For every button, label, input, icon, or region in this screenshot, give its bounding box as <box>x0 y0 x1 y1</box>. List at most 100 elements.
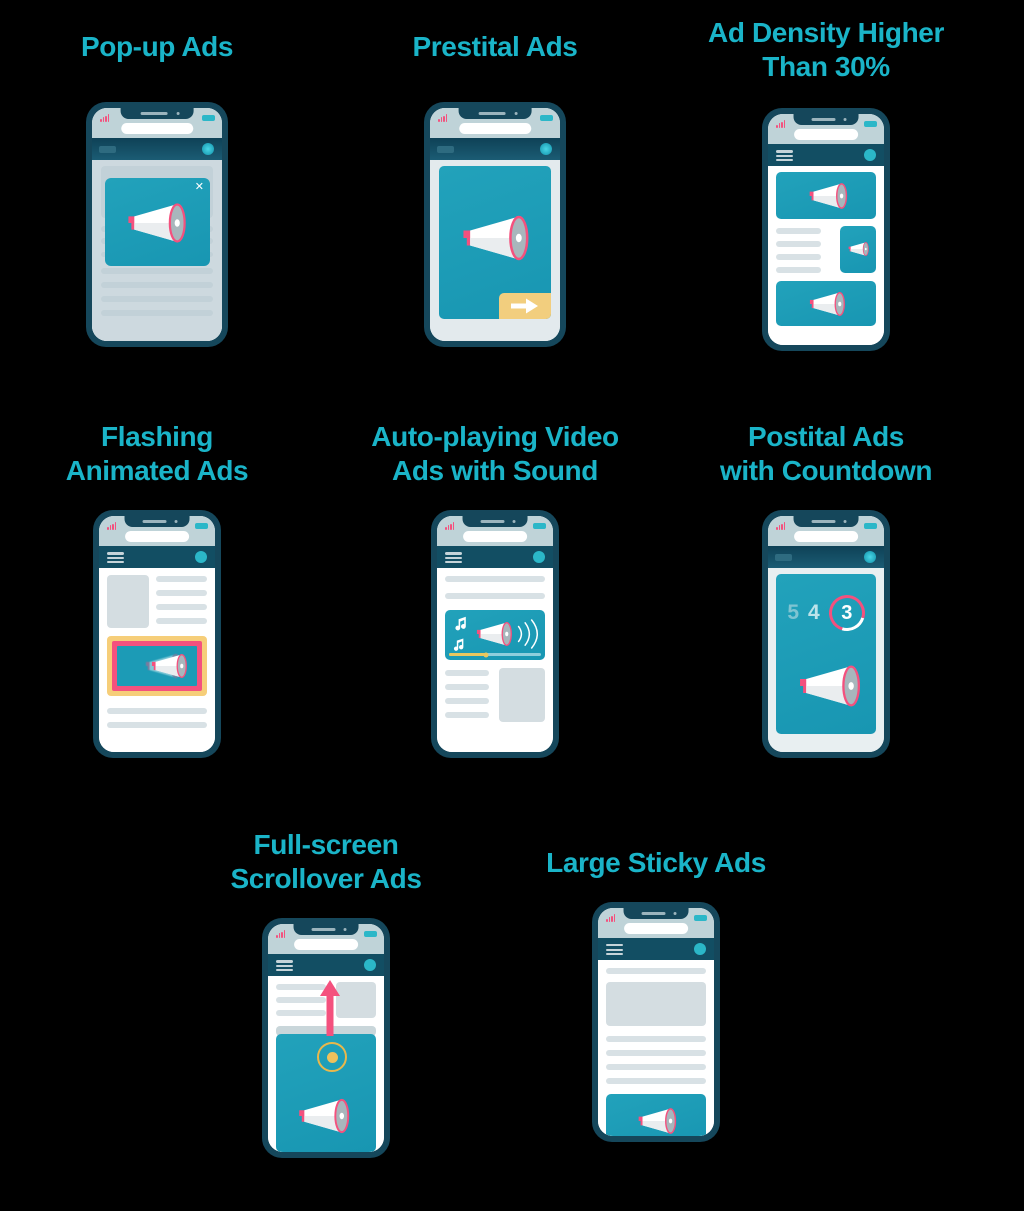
notch <box>793 114 859 126</box>
hamburger-menu-icon[interactable] <box>107 552 124 564</box>
ad-banner-bottom[interactable] <box>776 281 876 327</box>
page-content <box>598 960 714 1137</box>
avatar[interactable] <box>864 149 876 162</box>
phone-mockup-autoplay-video <box>431 510 559 759</box>
battery-icon <box>864 121 877 128</box>
address-bar[interactable] <box>624 923 688 935</box>
card-title: Postital Ads with Countdown <box>719 421 933 487</box>
signal-bars-icon <box>100 114 110 123</box>
battery-icon <box>864 523 877 530</box>
front-camera-icon <box>512 520 516 524</box>
progress-fill <box>449 653 486 657</box>
nav-menu-button[interactable] <box>99 146 116 154</box>
front-camera-icon <box>673 912 677 916</box>
phone-screen: ✕ <box>92 108 222 342</box>
status-bar <box>768 114 884 145</box>
nav-menu-button[interactable] <box>775 554 792 562</box>
phone-mockup-sticky <box>592 902 720 1143</box>
status-bar <box>768 516 884 547</box>
notch <box>793 516 859 528</box>
speaker-grille-icon <box>811 118 836 121</box>
card-title: Prestital Ads <box>412 31 578 62</box>
skip-ad-button[interactable] <box>499 293 551 320</box>
address-bar[interactable] <box>125 531 189 543</box>
ad-banner-top[interactable] <box>776 172 876 220</box>
front-camera-icon <box>176 112 180 116</box>
speaker-grille-icon <box>140 112 168 115</box>
phone-mockup-postital: 5 4 3 <box>762 510 890 759</box>
notch <box>458 108 532 120</box>
notch <box>462 516 528 528</box>
app-nav-bar <box>768 144 884 167</box>
address-bar[interactable] <box>794 531 858 543</box>
hamburger-menu-icon[interactable] <box>445 552 462 564</box>
app-nav-bar <box>768 546 884 569</box>
address-bar[interactable] <box>121 123 193 135</box>
phone-mockup-prestital-ads <box>424 102 566 348</box>
phone-screen <box>268 924 384 1153</box>
address-bar[interactable] <box>294 939 358 951</box>
signal-bars-icon <box>107 522 117 531</box>
signal-bars-icon <box>776 120 786 129</box>
avatar[interactable] <box>694 943 706 956</box>
flashing-ad[interactable] <box>107 636 207 697</box>
front-camera-icon <box>843 118 847 122</box>
address-bar[interactable] <box>463 531 527 543</box>
address-bar[interactable] <box>794 129 858 141</box>
avatar[interactable] <box>202 143 214 156</box>
interstitial-ad[interactable] <box>439 166 551 320</box>
progress-knob[interactable] <box>483 652 489 658</box>
front-camera-icon <box>514 112 518 116</box>
hamburger-menu-icon[interactable] <box>776 150 793 162</box>
status-bar <box>598 908 714 939</box>
page-content <box>768 166 884 346</box>
megaphone-icon <box>290 1096 360 1136</box>
speaker-grille-icon <box>311 928 336 931</box>
phone-screen <box>99 516 215 753</box>
close-icon[interactable]: ✕ <box>195 182 204 193</box>
speaker-grille-icon <box>478 112 506 115</box>
ad-square-inline[interactable] <box>840 226 876 274</box>
avatar[interactable] <box>540 143 552 156</box>
phone-mockup-pop-up-ads: ✕ <box>86 102 228 348</box>
signal-bars-icon <box>438 114 448 123</box>
card-flashing-animated-ads: Flashing Animated Ads <box>26 420 288 759</box>
avatar[interactable] <box>364 959 376 972</box>
notch <box>293 924 359 936</box>
phone-screen <box>598 908 714 1137</box>
music-note-icon <box>455 617 466 631</box>
video-ad[interactable] <box>445 610 545 661</box>
hamburger-menu-icon[interactable] <box>276 960 293 972</box>
speaker-grille-icon <box>480 520 505 523</box>
nav-menu-button[interactable] <box>437 146 454 154</box>
card-title: Ad Density Higher Than 30% <box>708 17 944 83</box>
video-progress-bar[interactable] <box>449 652 541 658</box>
avatar[interactable] <box>864 551 876 564</box>
notch <box>623 908 689 920</box>
megaphone-icon <box>798 181 860 211</box>
app-nav-bar <box>430 138 560 161</box>
card-pop-up-ads: Pop-up Ads ✕ <box>26 30 288 348</box>
card-title: Large Sticky Ads <box>546 847 766 878</box>
countdown-digit-4: 4 <box>808 601 820 625</box>
card-title: Auto-playing Video Ads with Sound <box>371 421 619 487</box>
card-title: Pop-up Ads <box>80 31 234 62</box>
card-large-sticky-ads: Large Sticky Ads <box>530 846 782 1143</box>
popup-ad[interactable]: ✕ <box>105 178 210 267</box>
avatar[interactable] <box>195 551 207 564</box>
card-fullscreen-scrollover: Full-screen Scrollover Ads <box>200 828 452 1159</box>
signal-bars-icon <box>776 522 786 531</box>
avatar[interactable] <box>533 551 545 564</box>
page-content <box>99 568 215 753</box>
music-note-icon <box>453 638 464 652</box>
address-bar[interactable] <box>459 123 531 135</box>
postital-ad[interactable]: 5 4 3 <box>776 574 876 735</box>
hamburger-menu-icon[interactable] <box>606 944 623 956</box>
phone-screen: 5 4 3 <box>768 516 884 753</box>
battery-icon <box>195 523 208 530</box>
battery-icon <box>364 931 377 938</box>
app-nav-bar <box>99 546 215 569</box>
app-nav-bar <box>598 938 714 961</box>
status-bar <box>99 516 215 547</box>
sticky-ad[interactable] <box>606 1094 706 1137</box>
